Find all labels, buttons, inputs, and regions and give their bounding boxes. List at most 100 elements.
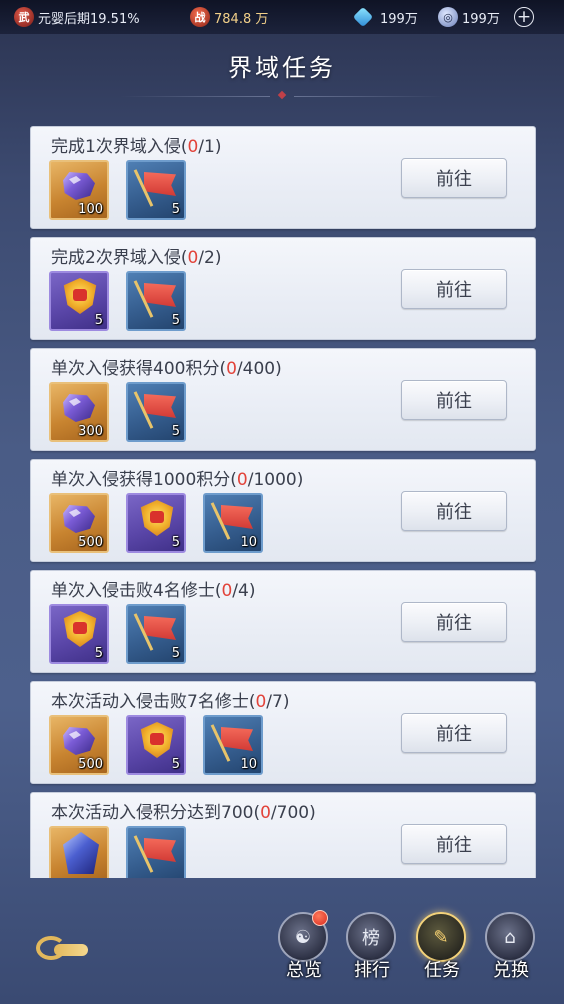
golden-shield-icon bbox=[59, 609, 101, 651]
task-progress-target: /4) bbox=[232, 581, 256, 601]
reward-item[interactable] bbox=[126, 826, 186, 878]
nav-label: 任务 bbox=[424, 960, 460, 981]
purple-ore-icon bbox=[61, 501, 99, 537]
reward-list bbox=[49, 826, 203, 878]
task-card: 单次入侵击败4名修士(0/4) 5 5 前往 bbox=[30, 570, 536, 673]
plus-icon: + bbox=[514, 7, 534, 27]
red-banner-icon bbox=[136, 832, 180, 876]
reward-count: 500 bbox=[78, 535, 103, 550]
reward-count: 10 bbox=[240, 757, 257, 772]
task-title-text: 单次入侵击败4名修士( bbox=[51, 581, 222, 601]
golden-shield-icon bbox=[59, 276, 101, 318]
go-button[interactable]: 前往 bbox=[401, 491, 507, 531]
task-title-text: 本次活动入侵击败7名修士( bbox=[51, 692, 256, 712]
reward-list: 55 bbox=[49, 271, 203, 331]
page-title: 界域任务 bbox=[228, 54, 336, 82]
go-button[interactable]: 前往 bbox=[401, 824, 507, 864]
task-scroll-icon: ✎ bbox=[416, 912, 466, 962]
coin-currency[interactable]: ◎ 199万 bbox=[438, 6, 500, 28]
reward-item[interactable]: 10 bbox=[203, 493, 263, 553]
reward-item[interactable]: 5 bbox=[49, 604, 109, 664]
task-progress-current: 0 bbox=[187, 137, 199, 157]
gem-value: 199万 bbox=[380, 11, 418, 27]
go-button[interactable]: 前往 bbox=[401, 602, 507, 642]
task-title-text: 单次入侵获得1000积分( bbox=[51, 470, 237, 490]
reward-count: 5 bbox=[171, 313, 180, 328]
task-list[interactable]: 完成1次界域入侵(0/1) 100 5 前往 完成2次界域入侵(0/2) 5 5 前往 单次入侵… bbox=[30, 126, 536, 878]
reward-item[interactable]: 5 bbox=[126, 715, 186, 775]
task-card: 完成1次界域入侵(0/1) 100 5 前往 bbox=[30, 126, 536, 229]
nav-glyph: ☯ bbox=[294, 926, 312, 948]
reward-count: 5 bbox=[171, 535, 180, 550]
reward-count: 100 bbox=[78, 202, 103, 217]
reward-count: 300 bbox=[78, 424, 103, 439]
reward-item[interactable]: 500 bbox=[49, 715, 109, 775]
reward-count: 5 bbox=[171, 646, 180, 661]
task-progress-target: /700) bbox=[270, 803, 316, 823]
blue-crystal-icon bbox=[63, 832, 99, 874]
go-button[interactable]: 前往 bbox=[401, 158, 507, 198]
task-title: 单次入侵击败4名修士(0/4) bbox=[51, 576, 255, 601]
reward-count: 5 bbox=[94, 313, 103, 328]
task-progress-current: 0 bbox=[226, 359, 237, 379]
reward-item[interactable] bbox=[49, 826, 109, 878]
purple-ore-icon bbox=[61, 723, 99, 759]
nav-item[interactable]: ☯ 总览 bbox=[276, 910, 332, 982]
cloud-swirl-icon[interactable] bbox=[28, 930, 92, 966]
golden-shield-icon bbox=[136, 498, 178, 540]
nav-label: 兑换 bbox=[493, 960, 529, 981]
task-title-text: 完成1次界域入侵( bbox=[51, 137, 188, 157]
task-title-text: 完成2次界域入侵( bbox=[51, 248, 188, 268]
title-divider-left bbox=[120, 96, 270, 97]
power-value: 784.8 万 bbox=[214, 11, 269, 27]
go-button[interactable]: 前往 bbox=[401, 269, 507, 309]
reward-count: 5 bbox=[94, 646, 103, 661]
reward-item[interactable]: 300 bbox=[49, 382, 109, 442]
go-button[interactable]: 前往 bbox=[401, 380, 507, 420]
nav-item[interactable]: 榜排行 bbox=[344, 912, 400, 982]
reward-count: 5 bbox=[171, 757, 180, 772]
purple-ore-icon bbox=[61, 168, 99, 204]
reward-item[interactable]: 5 bbox=[126, 160, 186, 220]
reward-item[interactable]: 5 bbox=[126, 382, 186, 442]
task-progress-target: /1) bbox=[198, 137, 222, 157]
task-card: 单次入侵获得400积分(0/400) 300 5 前往 bbox=[30, 348, 536, 451]
blue-gem-icon bbox=[352, 6, 374, 28]
reward-item[interactable]: 5 bbox=[126, 493, 186, 553]
task-title: 本次活动入侵积分达到700(0/700) bbox=[51, 798, 316, 823]
task-progress-target: /1000) bbox=[247, 470, 304, 490]
reward-item[interactable]: 10 bbox=[203, 715, 263, 775]
gem-currency[interactable]: 199万 bbox=[352, 6, 418, 28]
task-progress-current: 0 bbox=[255, 692, 267, 712]
task-progress-target: /400) bbox=[236, 359, 282, 379]
reward-item[interactable]: 100 bbox=[49, 160, 109, 220]
nav-glyph: ⌂ bbox=[504, 926, 516, 948]
title-divider-right bbox=[294, 96, 444, 97]
realm-text: 元婴后期19.51% bbox=[38, 11, 140, 27]
task-card: 本次活动入侵积分达到700(0/700) 前往 bbox=[30, 792, 536, 878]
exchange-pavilion-icon: ⌂ bbox=[485, 912, 535, 962]
reward-list: 55 bbox=[49, 604, 203, 664]
task-title-text: 本次活动入侵积分达到700( bbox=[51, 803, 261, 823]
add-currency-button[interactable]: + bbox=[514, 6, 534, 28]
nav-item[interactable]: ⌂ 兑换 bbox=[483, 912, 539, 982]
reward-item[interactable]: 5 bbox=[49, 271, 109, 331]
reward-count: 10 bbox=[240, 535, 257, 550]
nav-label: 排行 bbox=[354, 960, 390, 981]
nav-item[interactable]: ✎ 任务 bbox=[414, 912, 470, 982]
task-title: 完成2次界域入侵(0/2) bbox=[51, 243, 221, 268]
realm-indicator[interactable]: 武 元婴后期19.51% bbox=[14, 6, 140, 28]
task-progress-target: /7) bbox=[266, 692, 290, 712]
reward-item[interactable]: 5 bbox=[126, 604, 186, 664]
reward-item[interactable]: 500 bbox=[49, 493, 109, 553]
task-progress-target: /2) bbox=[198, 248, 222, 268]
reward-item[interactable]: 5 bbox=[126, 271, 186, 331]
task-card: 本次活动入侵击败7名修士(0/7) 500 5 10 前往 bbox=[30, 681, 536, 784]
power-indicator[interactable]: 战 784.8 万 bbox=[190, 6, 268, 28]
task-progress-current: 0 bbox=[187, 248, 199, 268]
reward-list: 500 5 10 bbox=[49, 715, 280, 775]
task-progress-current: 0 bbox=[260, 803, 271, 823]
go-button[interactable]: 前往 bbox=[401, 713, 507, 753]
task-card: 完成2次界域入侵(0/2) 5 5 前往 bbox=[30, 237, 536, 340]
task-title: 本次活动入侵击败7名修士(0/7) bbox=[51, 687, 289, 712]
